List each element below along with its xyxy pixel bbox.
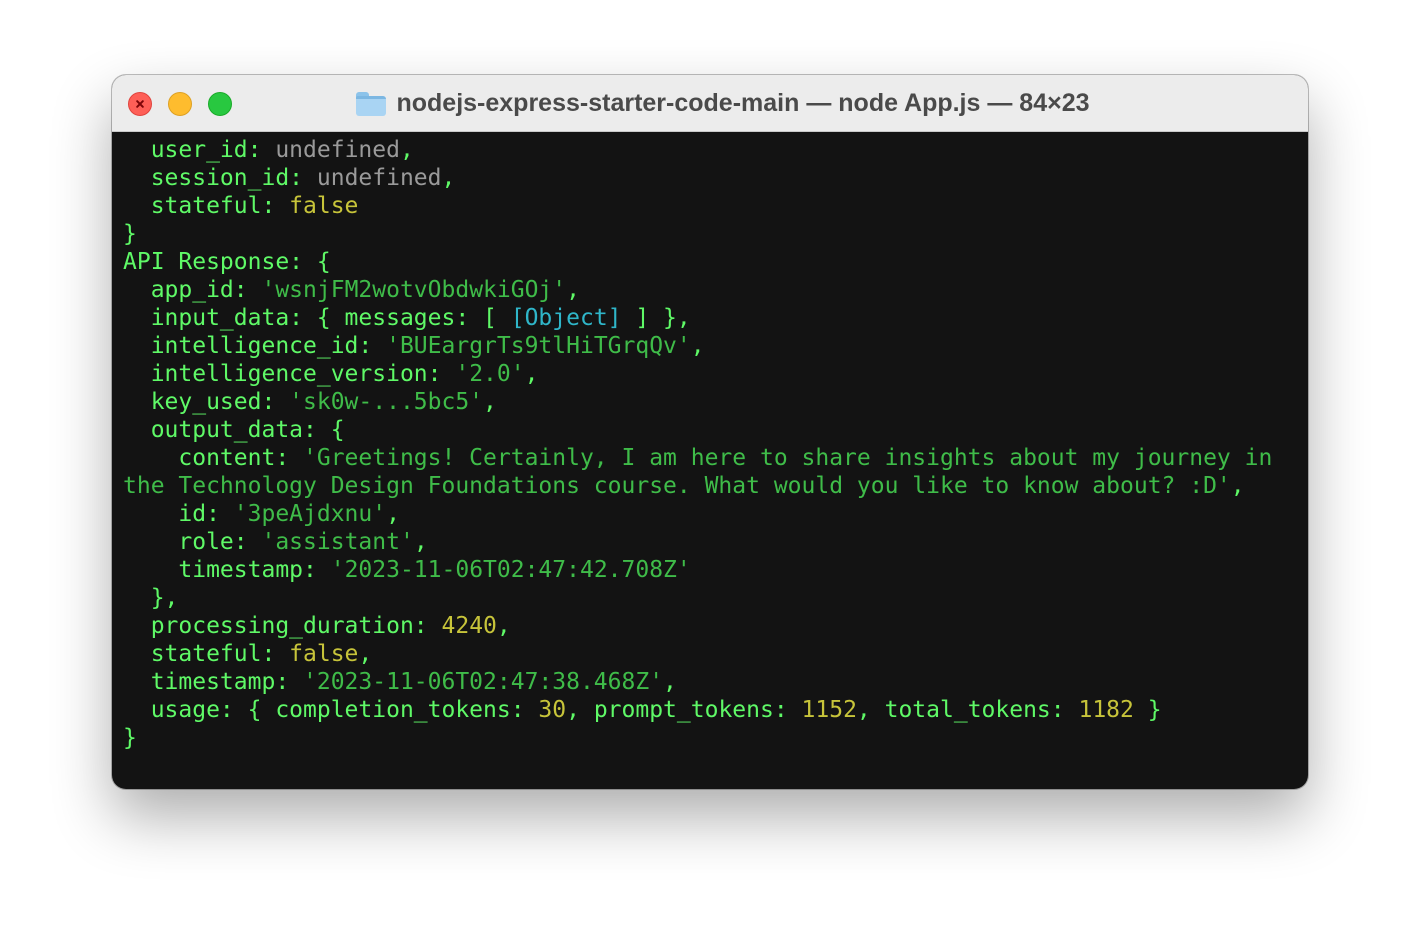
key-text: stateful: <box>123 641 290 667</box>
key-text: , prompt_tokens: <box>566 697 802 723</box>
window-title-text: nodejs-express-starter-code-main — node … <box>396 89 1090 117</box>
key-text: } <box>123 725 137 751</box>
key-text: ] }, <box>621 305 691 331</box>
terminal-line: id: '3peAjdxnu', <box>123 500 1308 528</box>
terminal-line: } <box>123 220 1308 248</box>
terminal-line: key_used: 'sk0w-...5bc5', <box>123 388 1308 416</box>
number-value: 4240 <box>441 613 497 639</box>
terminal-line: timestamp: '2023-11-06T02:47:38.468Z', <box>123 668 1308 696</box>
terminal-line: stateful: false, <box>123 640 1308 668</box>
terminal-line: content: 'Greetings! Certainly, I am her… <box>123 444 1308 472</box>
terminal-line: user_id: undefined, <box>123 136 1308 164</box>
key-text: , <box>483 389 497 415</box>
string-value: '3peAjdxnu' <box>233 501 387 527</box>
key-text: usage: { completion_tokens: <box>123 697 539 723</box>
key-text: processing_duration: <box>123 613 442 639</box>
key-text: , <box>441 165 456 191</box>
key-text: user_id: <box>123 137 276 163</box>
key-text: output_data: { <box>123 417 345 443</box>
number-value: false <box>289 193 359 219</box>
key-text: key_used: <box>123 389 290 415</box>
string-value: '2023-11-06T02:47:42.708Z' <box>330 557 691 583</box>
terminal-line: intelligence_id: 'BUEargrTs9tlHiTGrqQv', <box>123 332 1308 360</box>
string-value: '2.0' <box>455 361 525 387</box>
key-text: session_id: <box>123 165 317 191</box>
key-text: }, <box>123 585 179 611</box>
terminal-line: intelligence_version: '2.0', <box>123 360 1308 388</box>
object-tag: [Object] <box>510 305 622 331</box>
terminal-line: processing_duration: 4240, <box>123 612 1308 640</box>
terminal-line: role: 'assistant', <box>123 528 1308 556</box>
string-value: 'BUEargrTs9tlHiTGrqQv' <box>386 333 691 359</box>
string-value: the Technology Design Foundations course… <box>123 473 1231 499</box>
key-text: role: <box>123 529 262 555</box>
string-value: 'sk0w-...5bc5' <box>289 389 484 415</box>
terminal-output[interactable]: user_id: undefined, session_id: undefine… <box>112 132 1308 789</box>
key-text: , <box>524 361 539 387</box>
string-value: 'wsnjFM2wotvObdwkiGOj' <box>261 277 567 303</box>
terminal-line: app_id: 'wsnjFM2wotvObdwkiGOj', <box>123 276 1308 304</box>
key-text: timestamp: <box>123 557 331 583</box>
key-text: , <box>566 277 580 303</box>
window-title: nodejs-express-starter-code-main — node … <box>112 75 1308 132</box>
key-text: , <box>413 529 428 555</box>
key-text: input_data: { messages: [ <box>123 305 511 331</box>
number-value: 1182 <box>1078 697 1134 723</box>
terminal-line: }, <box>123 584 1308 612</box>
terminal-line: } <box>123 724 1308 752</box>
string-value: 'assistant' <box>261 529 414 555</box>
terminal-line: output_data: { <box>123 416 1308 444</box>
key-text: , total_tokens: <box>856 697 1079 723</box>
number-value: 30 <box>538 697 567 723</box>
key-text: , <box>690 333 705 359</box>
key-text: , <box>399 137 414 163</box>
key-text: timestamp: <box>123 669 304 695</box>
key-text: API Response: { <box>123 249 331 275</box>
undefined-value: undefined <box>275 137 400 163</box>
folder-icon <box>356 91 387 116</box>
key-text: stateful: <box>123 193 290 219</box>
key-text: content: <box>123 445 304 471</box>
terminal-line: API Response: { <box>123 248 1308 276</box>
terminal-line: session_id: undefined, <box>123 164 1308 192</box>
terminal-window: nodejs-express-starter-code-main — node … <box>112 75 1308 789</box>
undefined-value: undefined <box>316 165 442 191</box>
terminal-line: the Technology Design Foundations course… <box>123 472 1308 500</box>
key-text: app_id: <box>123 277 262 303</box>
key-text: intelligence_version: <box>123 361 456 387</box>
key-text: , <box>358 641 373 667</box>
number-value: 1152 <box>801 697 857 723</box>
terminal-line: timestamp: '2023-11-06T02:47:42.708Z' <box>123 556 1308 584</box>
terminal-line: stateful: false <box>123 192 1308 220</box>
key-text: , <box>386 501 400 527</box>
key-text: , <box>1230 473 1245 499</box>
title-bar[interactable]: nodejs-express-starter-code-main — node … <box>112 75 1308 132</box>
key-text: intelligence_id: <box>123 333 387 359</box>
key-text: , <box>496 613 511 639</box>
key-text: id: <box>123 501 234 527</box>
terminal-line: input_data: { messages: [ [Object] ] }, <box>123 304 1308 332</box>
key-text: } <box>1133 697 1162 723</box>
key-text: } <box>123 221 137 247</box>
number-value: false <box>289 641 359 667</box>
string-value: 'Greetings! Certainly, I am here to shar… <box>303 445 1273 471</box>
terminal-line: usage: { completion_tokens: 30, prompt_t… <box>123 696 1308 724</box>
key-text: , <box>663 669 677 695</box>
string-value: '2023-11-06T02:47:38.468Z' <box>303 669 664 695</box>
